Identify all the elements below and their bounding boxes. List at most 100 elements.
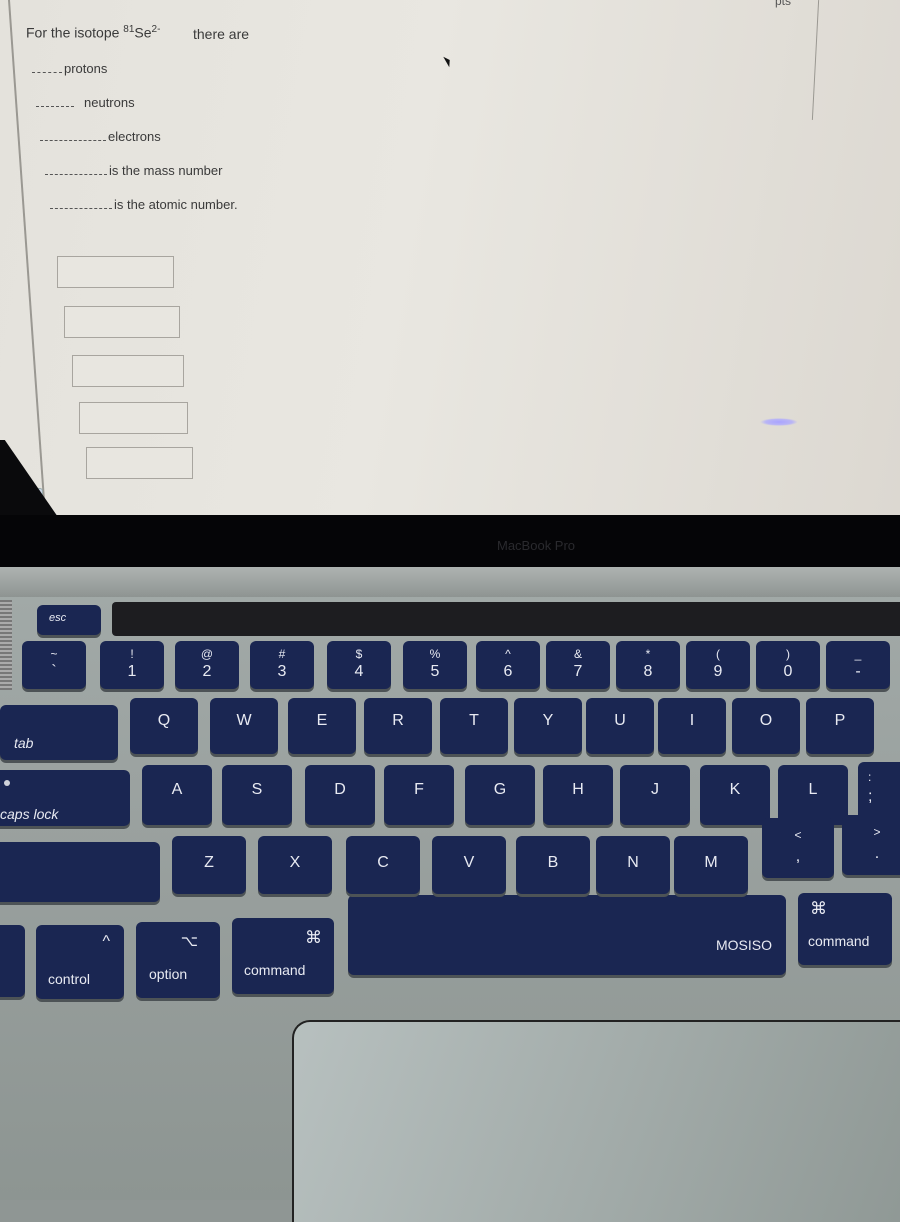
key-control[interactable]: ^ control (36, 925, 124, 999)
key-x[interactable]: X (258, 836, 332, 894)
key-label: C (377, 854, 389, 871)
key-label: G (493, 781, 507, 798)
key-r[interactable]: R (364, 698, 432, 754)
key-label: B (547, 854, 559, 871)
trackpad[interactable] (292, 1020, 900, 1222)
key-label: 6 (503, 663, 513, 680)
key-option[interactable]: ⌥ option (136, 922, 220, 998)
key-n[interactable]: N (596, 836, 670, 894)
key-j[interactable]: J (620, 765, 690, 825)
key-`[interactable]: ~ ` (22, 641, 86, 689)
screen-glare (760, 418, 798, 426)
key-esc[interactable]: esc (37, 605, 101, 635)
key-command-right[interactable]: ⌘ command (798, 893, 892, 965)
key-u[interactable]: U (586, 698, 654, 754)
key-label: esc (49, 612, 67, 624)
key-shift-label: @ (200, 647, 214, 661)
screen: For the isotope 81Se2- there are protons… (0, 0, 900, 520)
answer-field-5[interactable] (86, 447, 193, 479)
key-s[interactable]: S (222, 765, 292, 825)
key-label: J (651, 781, 659, 798)
key-l[interactable]: L (778, 765, 848, 825)
key--[interactable]: _ - (826, 641, 890, 689)
key-label: option (149, 966, 188, 982)
key-label: 9 (713, 663, 723, 680)
key-3[interactable]: #3 (250, 641, 314, 689)
answer-field-3[interactable] (72, 355, 184, 387)
key-label: W (236, 712, 252, 729)
key-tab[interactable]: tab (0, 705, 118, 760)
key-label: L (808, 781, 818, 798)
key-f[interactable]: F (384, 765, 454, 825)
blank-protons: protons (32, 61, 107, 76)
key-shift-label: ) (786, 647, 790, 661)
key-4[interactable]: $4 (327, 641, 391, 689)
key-space[interactable]: MOSISO (348, 895, 786, 975)
key-2[interactable]: @2 (175, 641, 239, 689)
key-k[interactable]: K (700, 765, 770, 825)
answer-field-4[interactable] (79, 402, 188, 434)
mass-number-superscript: 81 (123, 24, 135, 35)
key-command-left[interactable]: ⌘ command (232, 918, 334, 994)
key-fn[interactable] (0, 925, 25, 997)
key-shift-label: _ (854, 647, 862, 661)
key-label: X (289, 854, 301, 871)
key-label: T (469, 712, 479, 729)
mouse-cursor-icon (443, 54, 453, 68)
key-shift-label: % (429, 647, 441, 661)
answer-field-2[interactable] (64, 306, 180, 338)
key-label: tab (14, 735, 34, 751)
key-shift-label: < (794, 828, 802, 842)
key-w[interactable]: W (210, 698, 278, 754)
key-z[interactable]: Z (172, 836, 246, 894)
key-h[interactable]: H (543, 765, 613, 825)
option-symbol-icon: ⌥ (180, 933, 198, 950)
key-b[interactable]: B (516, 836, 590, 894)
touch-bar[interactable] (112, 602, 900, 636)
key-y[interactable]: Y (514, 698, 582, 754)
key-comma[interactable]: <, (762, 818, 834, 878)
key-m[interactable]: M (674, 836, 748, 894)
key-label: Z (204, 854, 214, 871)
panel-divider (811, 0, 820, 120)
key-label: V (463, 854, 475, 871)
answer-field-1[interactable] (57, 256, 174, 288)
key-caps-lock[interactable]: caps lock (0, 770, 130, 826)
key-label: O (759, 712, 773, 729)
key-a[interactable]: A (142, 765, 212, 825)
key-shift-label: & (573, 647, 582, 661)
key-8[interactable]: * 8 (616, 641, 680, 689)
blank-label: electrons (108, 129, 161, 144)
key-v[interactable]: V (432, 836, 506, 894)
blank-label: neutrons (84, 95, 135, 110)
key-o[interactable]: O (732, 698, 800, 754)
key-shift-label: # (278, 647, 286, 661)
panel-border (8, 0, 47, 520)
key-9[interactable]: (9 (686, 641, 750, 689)
key-shift-label: $ (355, 647, 363, 661)
key-label: N (627, 854, 639, 871)
key-5[interactable]: % 5 (403, 641, 467, 689)
key-c[interactable]: C (346, 836, 420, 894)
command-symbol-icon: ⌘ (810, 899, 827, 918)
key-e[interactable]: E (288, 698, 356, 754)
key-shift-left[interactable] (0, 842, 160, 902)
key-label: 0 (783, 663, 793, 680)
key-7[interactable]: & 7 (546, 641, 610, 689)
key-t[interactable]: T (440, 698, 508, 754)
key-i[interactable]: I (658, 698, 726, 754)
key-d[interactable]: D (305, 765, 375, 825)
key-q[interactable]: Q (130, 698, 198, 754)
key-g[interactable]: G (465, 765, 535, 825)
key-label: R (392, 712, 404, 729)
key-1[interactable]: ! 1 (100, 641, 164, 689)
key-0[interactable]: ) 0 (756, 641, 820, 689)
key-6[interactable]: ^ 6 (476, 641, 540, 689)
key-label: caps lock (0, 806, 59, 822)
key-label: Y (542, 712, 554, 729)
key-semicolon[interactable]: :; (858, 762, 900, 822)
key-label: Q (157, 712, 171, 729)
key-p[interactable]: P (806, 698, 874, 754)
key-period[interactable]: >. (842, 815, 900, 875)
key-label: - (855, 663, 861, 680)
